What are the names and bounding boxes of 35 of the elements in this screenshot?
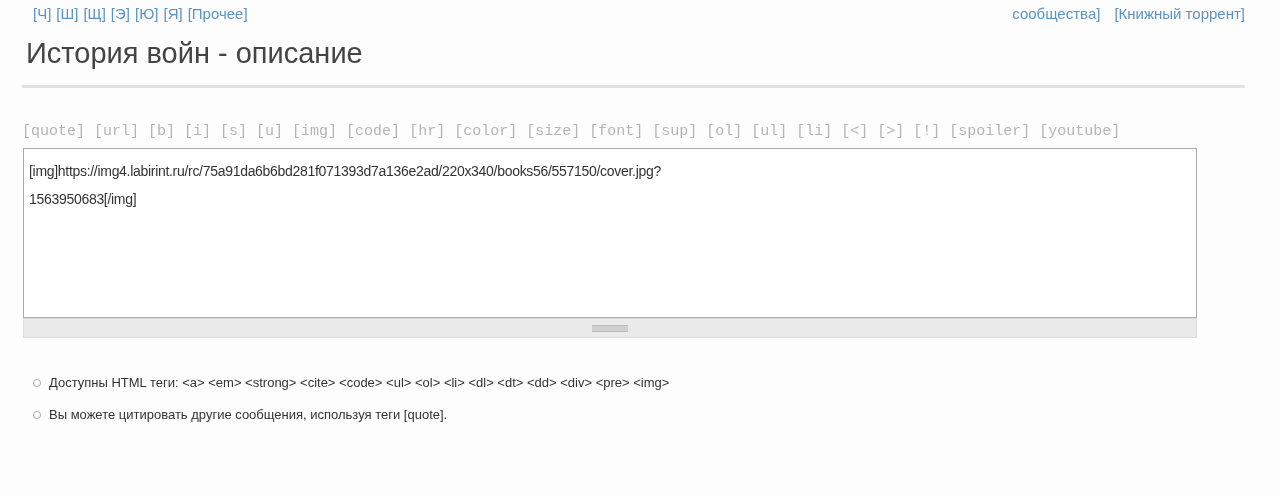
bbcode-button[interactable]: [!] (913, 118, 941, 145)
tip-text: Доступны HTML теги: <a> <em> <strong> <cite> <code> <ul> <ol> <li> <dl> <dt> <dd> <div> <pre> <img> (49, 374, 670, 392)
bbcode-button[interactable]: [i] (184, 118, 212, 145)
resize-grip[interactable] (23, 318, 1197, 338)
text-area[interactable]: [img]https://img4.labirint.ru/rc/75a91da6b6bd281f071393d7a136e2ad/220x340/books56/557150/cover.jpg? 1563950683[/img] (23, 148, 1197, 318)
bbcode-button[interactable]: [img] (292, 118, 338, 145)
bbcode-button[interactable]: [quote] (22, 118, 85, 145)
letter-link[interactable]: [Щ] (83, 3, 106, 25)
bbcode-button[interactable]: [>] (877, 118, 905, 145)
bbcode-button[interactable]: [youtube] (1039, 118, 1121, 145)
letter-link[interactable]: [Ч] (33, 3, 52, 25)
bbcode-button[interactable]: [spoiler] (949, 118, 1031, 145)
bbcode-button[interactable]: [hr] (409, 118, 446, 145)
bbcode-button[interactable]: [li] (796, 118, 833, 145)
bbcode-button[interactable]: [b] (148, 118, 176, 145)
letter-link[interactable]: [Ю] (134, 3, 159, 25)
tip-text: Вы можете цитировать другие сообщения, используя теги [quote]. (49, 406, 448, 424)
bbcode-button[interactable]: [code] (346, 118, 401, 145)
bbcode-button[interactable]: [font] (589, 118, 644, 145)
letter-link[interactable]: [Прочее] (187, 3, 248, 25)
letter-link[interactable]: [Ш] (56, 3, 79, 25)
letter-link[interactable]: [Э] (110, 3, 130, 25)
bbcode-button[interactable]: [u] (256, 118, 284, 145)
bbcode-button[interactable]: [s] (220, 118, 248, 145)
bbcode-button[interactable]: [size] (526, 118, 581, 145)
bbcode-button[interactable]: [url] (94, 118, 140, 145)
bbcode-button[interactable]: [<] (841, 118, 869, 145)
bbcode-button[interactable]: [sup] (652, 118, 698, 145)
bbcode-button[interactable]: [ol] (706, 118, 743, 145)
bbcode-button[interactable]: [color] (454, 118, 518, 145)
page-title: История войн - описание (26, 36, 364, 71)
letter-link[interactable]: [Я] (163, 3, 183, 25)
bbcode-button[interactable]: [ul] (751, 118, 788, 145)
nav-link[interactable]: [Книжный торрент] (1114, 3, 1245, 25)
nav-link[interactable]: сообщества] (1012, 3, 1101, 25)
